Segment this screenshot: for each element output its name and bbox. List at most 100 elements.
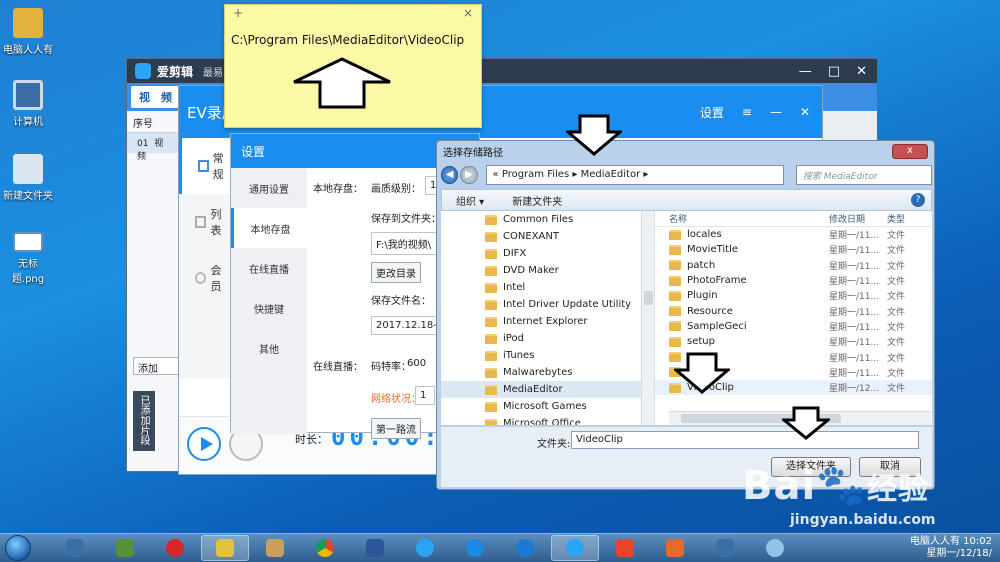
- taskbar-app[interactable]: [351, 535, 399, 561]
- menu-icon[interactable]: ≡: [742, 105, 752, 119]
- taskbar-app[interactable]: [251, 535, 299, 561]
- tab-video[interactable]: 视 频: [131, 86, 180, 108]
- system-tray[interactable]: 电脑人人有 10:02 星期一/12/18/: [910, 536, 1000, 560]
- change-dir-button[interactable]: 更改目录: [371, 262, 421, 283]
- ev-side-list[interactable]: 列表: [179, 194, 231, 250]
- folder-icon: [485, 282, 497, 293]
- back-icon[interactable]: ◀: [441, 166, 459, 184]
- folder-icon: [485, 316, 497, 327]
- address-segment[interactable]: MediaEditor: [581, 169, 641, 180]
- tray-clock: 电脑人人有 10:02: [910, 536, 992, 547]
- settings-tab-general[interactable]: 通用设置: [231, 168, 307, 208]
- taskbar-app[interactable]: [451, 535, 499, 561]
- folder-tree-item[interactable]: DVD Maker: [441, 262, 654, 279]
- ev-settings-link[interactable]: 设置: [700, 104, 724, 121]
- vertical-scrollbar[interactable]: [641, 211, 654, 425]
- taskbar-app[interactable]: [301, 535, 349, 561]
- column-type[interactable]: 类型: [887, 212, 905, 225]
- scroll-thumb[interactable]: [644, 291, 653, 305]
- add-note-icon[interactable]: +: [233, 6, 243, 20]
- folder-list-row[interactable]: Plugin 星期一/11... 文件: [655, 288, 932, 303]
- minimize-icon[interactable]: —: [770, 105, 782, 119]
- taskbar-app[interactable]: [701, 535, 749, 561]
- folder-tree-item[interactable]: Microsoft Games: [441, 398, 654, 415]
- folder-tree-label: Intel: [503, 282, 526, 293]
- play-button[interactable]: [187, 427, 221, 461]
- desktop-icon-computer[interactable]: 计算机: [2, 80, 54, 128]
- media-icon: [666, 539, 684, 557]
- word-icon: [366, 539, 384, 557]
- add-button[interactable]: 添加: [133, 357, 181, 375]
- network-select[interactable]: 1: [415, 386, 435, 405]
- taskbar-app[interactable]: [651, 535, 699, 561]
- ev-side-member[interactable]: 会员: [179, 250, 231, 306]
- ev-side-general[interactable]: 常规: [179, 138, 231, 194]
- taskbar-app[interactable]: [751, 535, 799, 561]
- arrow-down-icon: [674, 352, 730, 394]
- organize-menu[interactable]: 组织 ▾: [456, 193, 484, 208]
- taskbar-app[interactable]: [601, 535, 649, 561]
- folder-tree-item[interactable]: Malwarebytes: [441, 364, 654, 381]
- image-file-icon: [13, 232, 43, 252]
- start-button[interactable]: [5, 535, 31, 561]
- folder-input[interactable]: VideoClip: [571, 431, 919, 449]
- taskbar-app[interactable]: [151, 535, 199, 561]
- folder-tree-item[interactable]: Common Files: [441, 211, 654, 228]
- desktop-icon-image[interactable]: 无标题.png: [2, 232, 54, 285]
- folder-list-row[interactable]: setup 星期一/11... 文件: [655, 334, 932, 349]
- folder-icon: [669, 244, 681, 255]
- forward-icon[interactable]: ▶: [460, 166, 478, 184]
- folder-list-row[interactable]: patch 星期一/11... 文件: [655, 258, 932, 273]
- app-title: 爱剪辑: [157, 64, 194, 79]
- desktop-icon-user-folder[interactable]: 电脑人人有: [2, 8, 54, 56]
- taskbar-app[interactable]: [201, 535, 249, 561]
- close-icon[interactable]: ✕: [856, 64, 867, 79]
- close-button[interactable]: x: [892, 144, 928, 159]
- folder-date: 星期一/11...: [829, 277, 880, 288]
- desktop-icon-new-folder[interactable]: 新建文件夹: [2, 154, 54, 202]
- minimize-icon[interactable]: —: [799, 64, 812, 79]
- address-bar[interactable]: « Program Files ▸ MediaEditor ▸: [485, 165, 784, 185]
- close-icon[interactable]: ✕: [800, 105, 810, 119]
- folder-tree-item[interactable]: Intel Driver Update Utility: [441, 296, 654, 313]
- help-icon[interactable]: ?: [911, 193, 925, 207]
- folder-tree-item[interactable]: DIFX: [441, 245, 654, 262]
- taskbar-app[interactable]: [51, 535, 99, 561]
- browser-icon: [416, 539, 434, 557]
- taskbar-app[interactable]: [101, 535, 149, 561]
- folder-list-row[interactable]: locales 星期一/11... 文件: [655, 227, 932, 242]
- list-item-number: 01: [137, 139, 149, 149]
- folder-list-row[interactable]: Resource 星期一/11... 文件: [655, 303, 932, 318]
- folder-tree-item[interactable]: CONEXANT: [441, 228, 654, 245]
- new-folder-button[interactable]: 新建文件夹: [512, 193, 562, 208]
- settings-tab-other[interactable]: 其他: [231, 328, 307, 368]
- folder-tree-item[interactable]: iPod: [441, 330, 654, 347]
- column-name[interactable]: 名称: [669, 212, 829, 225]
- column-date[interactable]: 修改日期: [829, 212, 887, 225]
- folder-icon: [485, 401, 497, 412]
- close-icon[interactable]: ×: [463, 6, 473, 20]
- settings-tab-live[interactable]: 在线直播: [231, 248, 307, 288]
- address-segment[interactable]: Program Files: [502, 169, 569, 180]
- folder-tree-item[interactable]: MediaEditor: [441, 381, 654, 398]
- note-text[interactable]: C:\Program Files\MediaEditor\VideoClip: [231, 33, 464, 47]
- list-item[interactable]: 01 视频: [127, 133, 178, 162]
- stream-button[interactable]: 第一路流: [371, 418, 421, 439]
- settings-tab-local[interactable]: 本地存盘: [231, 208, 307, 248]
- folder-tree-item[interactable]: Microsoft Office: [441, 415, 654, 425]
- folder-name: Resource: [687, 305, 733, 317]
- folder-tree-item[interactable]: Intel: [441, 279, 654, 296]
- search-input[interactable]: 搜索 MediaEditor: [795, 165, 932, 185]
- folder-list-row[interactable]: PhotoFrame 星期一/11... 文件: [655, 273, 932, 288]
- folder-tree-item[interactable]: iTunes: [441, 347, 654, 364]
- maximize-icon[interactable]: □: [828, 64, 840, 79]
- taskbar-app[interactable]: [551, 535, 599, 561]
- settings-tab-hotkeys[interactable]: 快捷键: [231, 288, 307, 328]
- folder-icon: [485, 299, 497, 310]
- taskbar-app[interactable]: [501, 535, 549, 561]
- folder-list-row[interactable]: SampleGeci 星期一/11... 文件: [655, 319, 932, 334]
- folder-tree-item[interactable]: Internet Explorer: [441, 313, 654, 330]
- taskbar-app[interactable]: [401, 535, 449, 561]
- folder-list-row[interactable]: MovieTitle 星期一/11... 文件: [655, 242, 932, 257]
- folder-type: 文件: [887, 307, 906, 318]
